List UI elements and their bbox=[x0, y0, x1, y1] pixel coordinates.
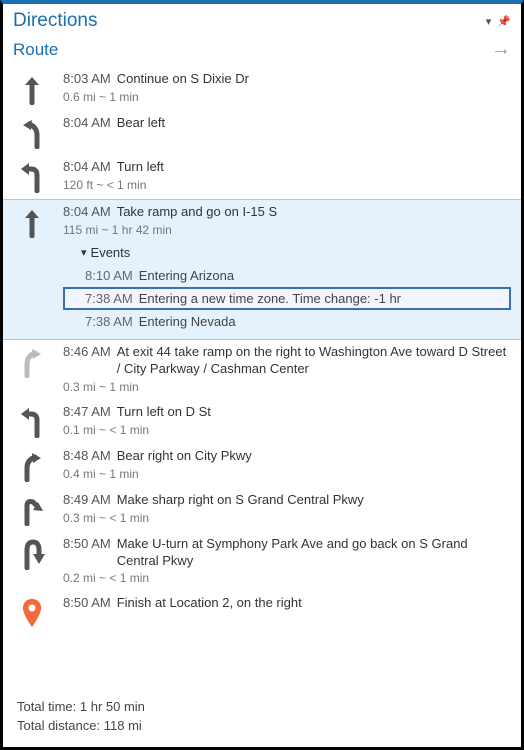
event-text: Entering Nevada bbox=[139, 314, 236, 329]
panel-header: Directions ▾ 📌 bbox=[3, 4, 521, 36]
totals: Total time: 1 hr 50 min Total distance: … bbox=[3, 691, 521, 747]
events-section: ▾ Events 8:10 AM Entering Arizona 7:38 AM Ent… bbox=[63, 243, 511, 333]
step-time: 8:46 AM bbox=[63, 344, 111, 378]
directions-panel: Directions ▾ 📌 Route → 8:03 AM Continue o… bbox=[3, 4, 521, 747]
panel-controls: ▾ 📌 bbox=[486, 15, 511, 28]
events-toggle[interactable]: ▾ Events bbox=[63, 243, 511, 264]
step-instruction: Turn left bbox=[117, 159, 164, 176]
direction-step[interactable]: 8:04 AM Turn left 120 ft ~ < 1 min bbox=[3, 155, 521, 199]
step-time: 8:03 AM bbox=[63, 71, 111, 88]
straight-icon bbox=[11, 204, 53, 333]
bear-right-light-icon bbox=[11, 344, 53, 394]
step-body: 8:04 AM Take ramp and go on I-15 S 115 mi … bbox=[63, 204, 511, 333]
pin-icon bbox=[11, 595, 53, 629]
step-subtext: 115 mi ~ 1 hr 42 min bbox=[63, 223, 511, 237]
direction-step[interactable]: 8:04 AM Take ramp and go on I-15 S 115 mi … bbox=[3, 199, 521, 340]
step-instruction: At exit 44 take ramp on the right to Was… bbox=[117, 344, 511, 378]
turn-left-icon bbox=[11, 404, 53, 438]
step-instruction: Continue on S Dixie Dr bbox=[117, 71, 249, 88]
sharp-right-icon bbox=[11, 492, 53, 526]
total-distance-label: Total distance: bbox=[17, 718, 100, 733]
event-row[interactable]: 8:10 AM Entering Arizona bbox=[63, 264, 511, 287]
step-subtext: 120 ft ~ < 1 min bbox=[63, 178, 511, 192]
event-time: 7:38 AM bbox=[85, 291, 133, 306]
event-text: Entering Arizona bbox=[139, 268, 234, 283]
step-instruction: Turn left on D St bbox=[117, 404, 211, 421]
step-body: 8:04 AM Bear left bbox=[63, 115, 511, 149]
step-body: 8:47 AM Turn left on D St 0.1 mi ~ < 1 min bbox=[63, 404, 511, 438]
direction-step[interactable]: 8:50 AM Finish at Location 2, on the righ… bbox=[3, 591, 521, 635]
total-time-value: 1 hr 50 min bbox=[80, 699, 145, 714]
route-row: Route → bbox=[3, 36, 521, 67]
panel-title: Directions bbox=[13, 10, 97, 32]
route-link[interactable]: Route bbox=[13, 40, 58, 60]
step-subtext: 0.2 mi ~ < 1 min bbox=[63, 571, 511, 585]
event-time: 8:10 AM bbox=[85, 268, 133, 283]
turn-left-icon bbox=[11, 159, 53, 193]
step-time: 8:49 AM bbox=[63, 492, 111, 509]
step-instruction: Bear left bbox=[117, 115, 165, 132]
step-time: 8:04 AM bbox=[63, 159, 111, 176]
step-subtext: 0.6 mi ~ 1 min bbox=[63, 90, 511, 104]
steps-list[interactable]: 8:03 AM Continue on S Dixie Dr 0.6 mi ~ 1 … bbox=[3, 67, 521, 691]
bear-right-icon bbox=[11, 448, 53, 482]
step-body: 8:46 AMAt exit 44 take ramp on the right… bbox=[63, 344, 511, 394]
event-time: 7:38 AM bbox=[85, 314, 133, 329]
chevron-down-icon: ▾ bbox=[81, 246, 87, 259]
step-time: 8:04 AM bbox=[63, 204, 111, 221]
step-instruction: Bear right on City Pkwy bbox=[117, 448, 252, 465]
step-body: 8:49 AM Make sharp right on S Grand Centr… bbox=[63, 492, 511, 526]
event-row[interactable]: 7:38 AM Entering Nevada bbox=[63, 310, 511, 333]
pin-icon[interactable]: 📌 bbox=[497, 15, 511, 28]
step-time: 8:50 AM bbox=[63, 595, 111, 612]
step-subtext: 0.1 mi ~ < 1 min bbox=[63, 423, 511, 437]
event-row[interactable]: 7:38 AM Entering a new time zone. Time ch… bbox=[63, 287, 511, 310]
step-time: 8:04 AM bbox=[63, 115, 111, 132]
step-body: 8:03 AM Continue on S Dixie Dr 0.6 mi ~ 1 … bbox=[63, 71, 511, 105]
step-body: 8:48 AM Bear right on City Pkwy 0.4 mi ~ 1… bbox=[63, 448, 511, 482]
step-instruction: Make sharp right on S Grand Central Pkwy bbox=[117, 492, 364, 509]
direction-step[interactable]: 8:03 AM Continue on S Dixie Dr 0.6 mi ~ 1 … bbox=[3, 67, 521, 111]
total-distance-value: 118 mi bbox=[104, 718, 142, 733]
step-instruction: Make U-turn at Symphony Park Ave and go … bbox=[117, 536, 511, 570]
direction-step[interactable]: 8:04 AM Bear left bbox=[3, 111, 521, 155]
event-text: Entering a new time zone. Time change: -… bbox=[139, 291, 401, 306]
direction-step[interactable]: 8:48 AM Bear right on City Pkwy 0.4 mi ~ 1… bbox=[3, 444, 521, 488]
step-subtext: 0.3 mi ~ 1 min bbox=[63, 380, 511, 394]
step-time: 8:47 AM bbox=[63, 404, 111, 421]
direction-step[interactable]: 8:49 AM Make sharp right on S Grand Centr… bbox=[3, 488, 521, 532]
u-turn-icon bbox=[11, 536, 53, 586]
straight-icon bbox=[11, 71, 53, 105]
step-body: 8:50 AM Finish at Location 2, on the righ… bbox=[63, 595, 511, 629]
direction-step[interactable]: 8:50 AMMake U-turn at Symphony Park Ave … bbox=[3, 532, 521, 592]
direction-step[interactable]: 8:46 AMAt exit 44 take ramp on the right… bbox=[3, 340, 521, 400]
step-time: 8:48 AM bbox=[63, 448, 111, 465]
step-instruction: Take ramp and go on I-15 S bbox=[117, 204, 277, 221]
step-subtext: 0.4 mi ~ 1 min bbox=[63, 467, 511, 481]
events-label: Events bbox=[91, 245, 131, 260]
total-time-label: Total time: bbox=[17, 699, 76, 714]
dropdown-icon[interactable]: ▾ bbox=[486, 15, 492, 28]
step-subtext: 0.3 mi ~ < 1 min bbox=[63, 511, 511, 525]
step-body: 8:50 AMMake U-turn at Symphony Park Ave … bbox=[63, 536, 511, 586]
bear-left-icon bbox=[11, 115, 53, 149]
direction-step[interactable]: 8:47 AM Turn left on D St 0.1 mi ~ < 1 min bbox=[3, 400, 521, 444]
step-instruction: Finish at Location 2, on the right bbox=[117, 595, 302, 612]
arrow-right-icon[interactable]: → bbox=[491, 38, 511, 61]
step-body: 8:04 AM Turn left 120 ft ~ < 1 min bbox=[63, 159, 511, 193]
step-time: 8:50 AM bbox=[63, 536, 111, 570]
